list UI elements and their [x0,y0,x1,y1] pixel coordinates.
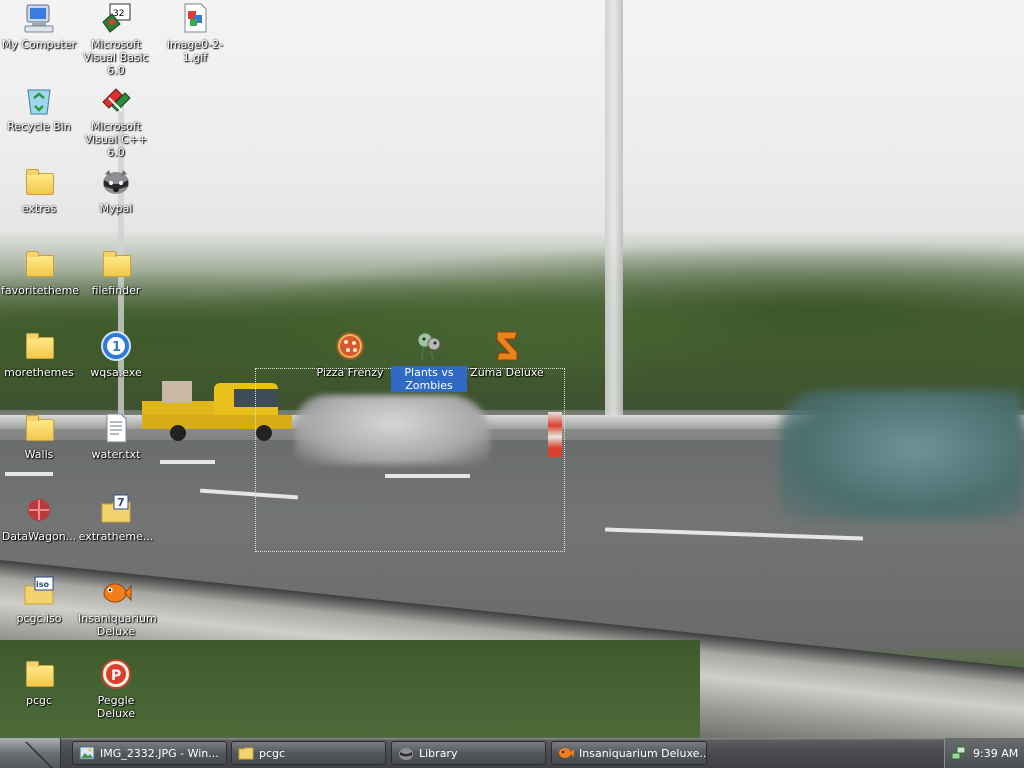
desktop-icon-insaniquarium[interactable]: Insaniquarium Deluxe [78,576,157,638]
desktop-icon-label: Zuma Deluxe [470,366,544,379]
raccoon-icon [103,170,129,194]
desktop-icon-label: Pizza Frenzy [316,366,384,379]
desktop-icon-filefinder[interactable]: filefinder [78,248,154,297]
pizza-icon [336,332,364,360]
desktop-icon-label: wqsa.exe [90,366,142,379]
desktop-icon-mypal[interactable]: Mypal [78,166,154,215]
selection-rectangle [255,368,565,552]
desktop-icon-label: pcgc.iso [16,612,62,625]
desktop-icon-recycle-bin[interactable]: Recycle Bin [1,84,77,133]
desktop-icon-wqsa[interactable]: 1 wqsa.exe [78,330,154,379]
network-icon[interactable] [951,745,967,761]
desktop-icon-label: Walls [24,448,54,461]
visual-cpp-icon [102,88,131,112]
desktop-icon-vb6[interactable]: 32 Microsoft Visual Basic 6.0 [78,2,154,77]
desktop-icon-label: filefinder [91,284,141,297]
taskbar-button-library[interactable]: Library [391,741,546,765]
desktop-icon-label: My Computer [1,38,77,51]
desktop-icon-extratheme[interactable]: 7 extratheme... [78,494,154,543]
goldfish-icon [559,748,574,758]
desktop-icon-label: Peggle Deluxe [96,694,136,720]
folder-icon [23,412,55,444]
taskbar-button-label: IMG_2332.JPG - Win... [100,746,219,760]
desktop-icon-water-txt[interactable]: water.txt [78,412,154,461]
raccoon-icon [399,748,413,760]
desktop-icon-label: morethemes [4,366,74,379]
gif-image-icon [184,3,207,33]
system-tray: 9:39 AM [944,738,1024,768]
desktop-icon-pcgc-iso[interactable]: iso pcgc.iso [1,576,77,625]
desktop-icon-pizza-frenzy[interactable]: Pizza Frenzy [312,330,388,379]
svg-text:1: 1 [112,340,121,355]
desktop[interactable]: My Computer 32 Microsoft Visual Basic 6.… [0,0,1024,738]
taskbar-button-label: Insaniquarium Deluxe... [579,746,707,760]
desktop-icon-image-gif[interactable]: image0-2-1.gif [157,2,233,64]
taskbar-button-insaniquarium[interactable]: Insaniquarium Deluxe... [551,741,707,765]
desktop-icon-favoritetheme[interactable]: favoritetheme [1,248,80,297]
folder-icon [100,248,132,280]
desktop-icon-my-computer[interactable]: My Computer [1,2,77,51]
desktop-icon-label: Plants vs Zombies [391,366,467,392]
desktop-icon-label: Microsoft Visual Basic 6.0 [83,38,149,77]
visual-basic-icon: 32 [102,3,131,33]
taskbar-button-pcgc[interactable]: pcgc [231,741,386,765]
svg-text:iso: iso [36,580,50,589]
desktop-icon-walls[interactable]: Walls [1,412,77,461]
taskbar-button-label: pcgc [259,746,286,760]
clock[interactable]: 9:39 AM [973,747,1018,760]
taskbar: IMG_2332.JPG - Win... pcgc Library Insan… [0,738,1024,768]
desktop-icon-datawagon[interactable]: DataWagon... [1,494,77,543]
image-viewer-icon [79,746,95,760]
desktop-icon-label: Recycle Bin [7,120,71,133]
desktop-icon-label: image0-2-1.gif [166,38,224,64]
svg-text:7: 7 [117,496,125,509]
folder-icon [23,248,55,280]
desktop-icon-label: extratheme... [78,530,154,543]
desktop-icon-peggle[interactable]: P Peggle Deluxe [78,658,154,720]
desktop-icon-label: Mypal [99,202,133,215]
plants-vs-zombies-icon [417,332,441,361]
desktop-icon-plants-vs-zombies[interactable]: Plants vs Zombies [391,330,467,392]
datawagon-icon [28,499,50,521]
desktop-icon-label: extras [21,202,57,215]
desktop-icon-label: water.txt [91,448,141,461]
wallpaper-car-teal [780,390,1024,520]
text-file-icon [106,413,127,443]
iso-file-icon: iso [24,576,54,605]
folder-icon [238,747,254,760]
desktop-icon-extras[interactable]: extras [1,166,77,215]
desktop-icon-label: favoritetheme [1,284,80,297]
desktop-icon-morethemes[interactable]: morethemes [1,330,77,379]
zuma-icon [496,331,518,361]
computer-icon [24,4,54,33]
desktop-icon-pcgc[interactable]: pcgc [1,658,77,707]
taskbar-button-label: Library [419,746,458,760]
recycle-bin-icon [27,89,51,115]
desktop-icon-vcpp6[interactable]: Microsoft Visual C++ 6.0 [78,84,154,159]
start-button[interactable] [0,738,61,768]
zip-folder-icon: 7 [101,494,131,523]
desktop-icon-zuma[interactable]: Zuma Deluxe [469,330,545,379]
desktop-icon-label: DataWagon... [1,530,77,543]
goldfish-icon [103,583,132,603]
desktop-icon-label: Microsoft Visual C++ 6.0 [84,120,148,159]
svg-text:P: P [111,668,121,684]
folder-icon [23,166,55,198]
folder-icon [23,330,55,362]
folder-icon [23,658,55,690]
peggle-icon: P [101,659,131,689]
wallpaper-pole [605,0,623,420]
desktop-icon-label: Insaniquarium Deluxe [78,612,157,638]
exe-blue-circle-icon: 1 [101,331,131,361]
taskbar-button-image-viewer[interactable]: IMG_2332.JPG - Win... [72,741,227,765]
desktop-icon-label: pcgc [25,694,53,707]
